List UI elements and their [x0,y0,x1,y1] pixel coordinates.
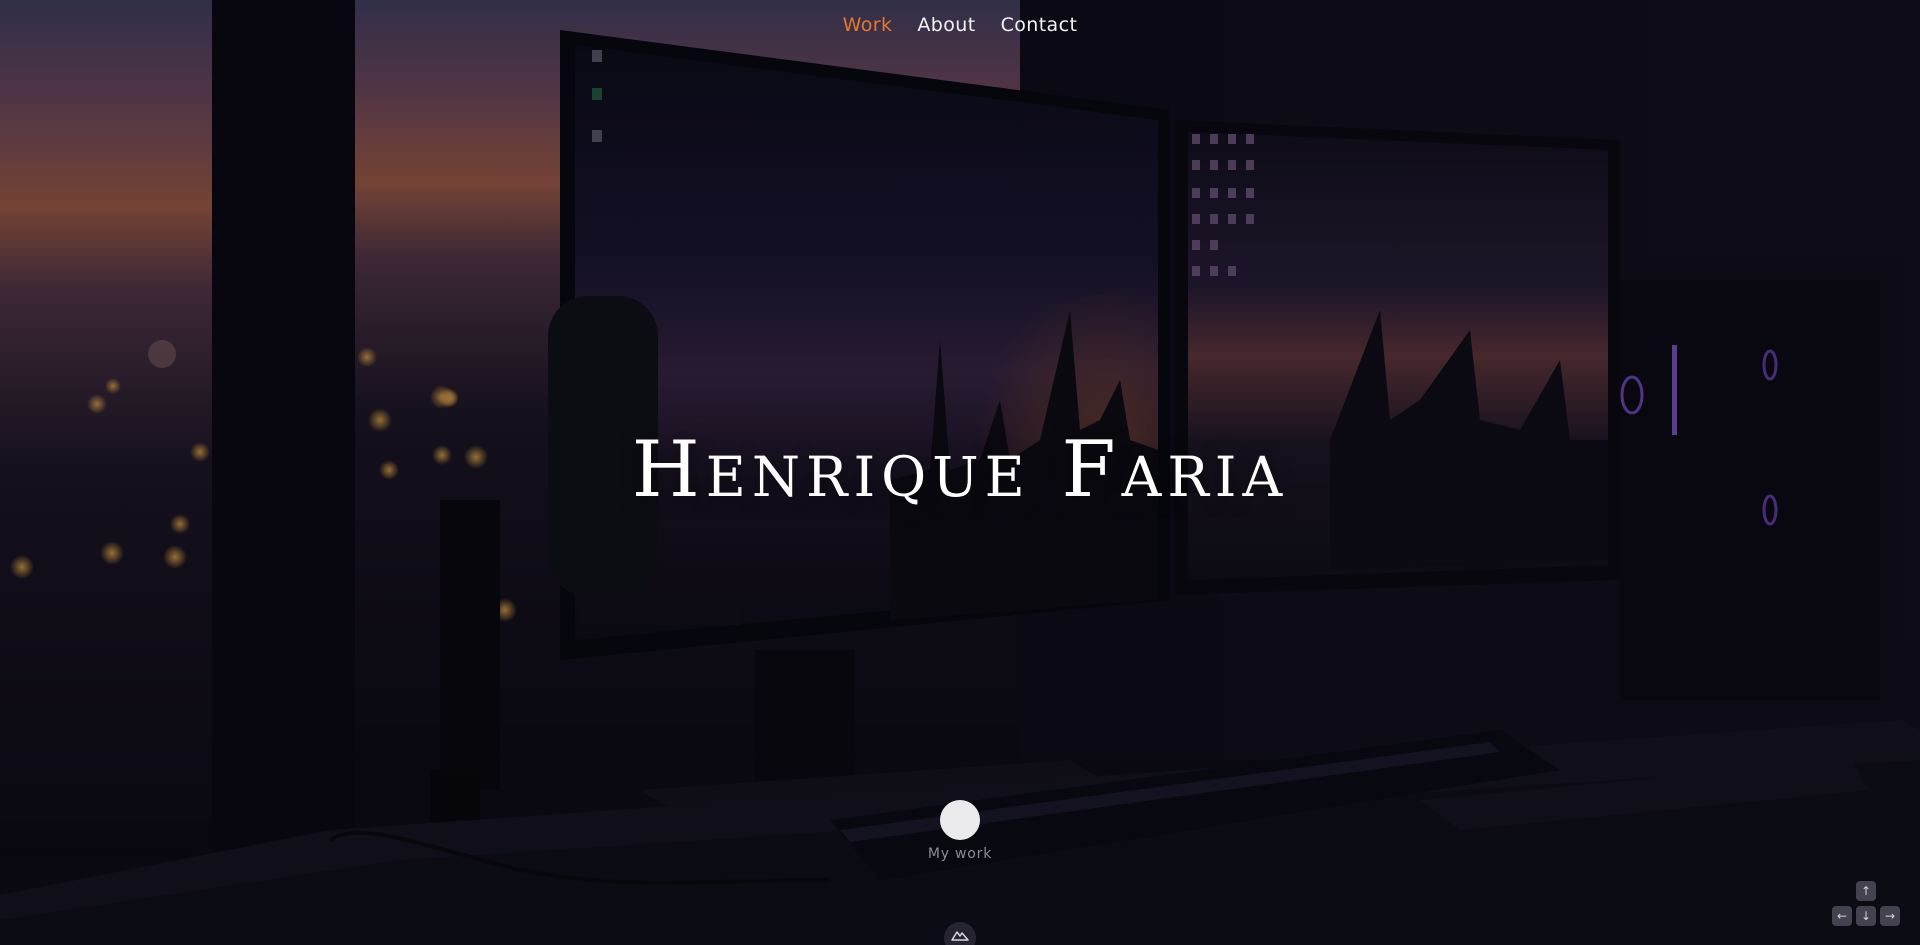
arrow-controls: ↑ ← ↓ → [1831,881,1901,927]
page: Work About Contact Henrique Faria My wor… [0,0,1920,945]
arrow-down-icon[interactable]: ↓ [1856,906,1876,926]
nav-link-work[interactable]: Work [843,14,893,36]
my-work-label[interactable]: My work [920,846,1000,862]
hero-title: Henrique Faria [631,425,1289,515]
my-work-button[interactable]: My work [920,800,1000,862]
my-work-dot[interactable] [940,800,980,840]
top-nav: Work About Contact [0,14,1920,36]
nav-link-about[interactable]: About [917,14,975,36]
arrow-right-icon[interactable]: → [1880,906,1900,926]
arrow-left-icon[interactable]: ← [1832,906,1852,926]
nav-link-contact[interactable]: Contact [1001,14,1078,36]
arrow-up-icon[interactable]: ↑ [1856,881,1876,901]
